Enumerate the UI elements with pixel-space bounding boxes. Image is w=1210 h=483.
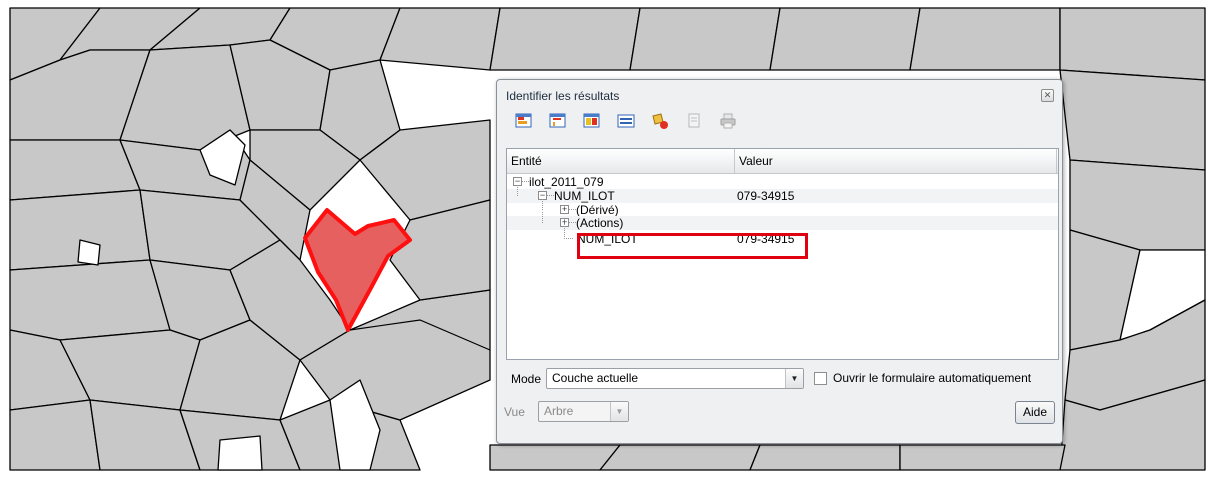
results-tree[interactable]: Entité Valeur − ilot_2011_079 − NUM_ILOT… bbox=[506, 148, 1059, 360]
dialog-title-bar[interactable]: Identifier les résultats ✕ bbox=[497, 80, 1062, 104]
dropdown-arrow-icon[interactable]: ▼ bbox=[785, 369, 803, 388]
dropdown-arrow-icon[interactable]: ▼ bbox=[610, 402, 628, 421]
help-button[interactable]: Aide bbox=[1015, 401, 1055, 424]
parcel[interactable] bbox=[379, 7, 501, 71]
tree-header: Entité Valeur bbox=[507, 149, 1058, 174]
copy-feature-icon[interactable] bbox=[685, 112, 703, 130]
attribute-value: 079-34915 bbox=[737, 232, 795, 246]
tree-row-feature[interactable]: − NUM_ILOT 079-34915 bbox=[507, 185, 1058, 203]
parcel[interactable] bbox=[599, 444, 761, 471]
expand-tree-icon[interactable] bbox=[515, 112, 533, 130]
parcel[interactable] bbox=[489, 7, 641, 71]
empty-area[interactable] bbox=[77, 239, 101, 266]
mode-selected-value: Couche actuelle bbox=[552, 371, 639, 385]
mode-select[interactable]: Couche actuelle ▼ bbox=[546, 368, 804, 389]
tree-row-attribute[interactable]: NUM_ILOT 079-34915 bbox=[507, 224, 1058, 246]
auto-open-form-checkbox[interactable] bbox=[814, 372, 827, 385]
view-select[interactable]: Arbre ▼ bbox=[538, 401, 629, 422]
parcel[interactable] bbox=[489, 444, 621, 471]
derived-label: (Dérivé) bbox=[576, 203, 619, 217]
parcel[interactable] bbox=[629, 7, 781, 71]
mode-label: Mode bbox=[511, 372, 542, 386]
clear-results-icon[interactable] bbox=[651, 112, 669, 130]
parcel[interactable] bbox=[1059, 69, 1206, 171]
empty-area[interactable] bbox=[217, 435, 263, 471]
print-icon[interactable] bbox=[719, 112, 737, 130]
actions-label: (Actions) bbox=[576, 216, 624, 230]
close-icon[interactable]: ✕ bbox=[1041, 89, 1054, 102]
view-selected-value: Arbre bbox=[544, 404, 574, 418]
parcel[interactable] bbox=[1059, 7, 1206, 81]
expand-new-results-icon[interactable] bbox=[583, 112, 601, 130]
parcel[interactable] bbox=[749, 444, 901, 471]
identify-results-dialog[interactable]: Identifier les résultats ✕ Entité Valeur… bbox=[496, 79, 1063, 444]
expand-icon[interactable]: + bbox=[560, 205, 569, 214]
parcel[interactable] bbox=[9, 399, 101, 471]
open-attribute-table-icon[interactable] bbox=[617, 112, 635, 130]
feature-value: 079-34915 bbox=[737, 189, 795, 203]
feature-label: NUM_ILOT bbox=[554, 189, 615, 203]
layer-name: ilot_2011_079 bbox=[529, 175, 604, 189]
tree-row-layer[interactable]: − ilot_2011_079 bbox=[507, 175, 1058, 189]
view-label: Vue bbox=[504, 405, 525, 419]
column-header-entity[interactable]: Entité bbox=[507, 149, 735, 173]
collapse-tree-icon[interactable] bbox=[549, 112, 567, 130]
attribute-label: NUM_ILOT bbox=[577, 232, 638, 246]
column-header-value[interactable]: Valeur bbox=[735, 149, 1057, 173]
auto-open-form-label[interactable]: Ouvrir le formulaire automatiquement bbox=[833, 371, 1031, 385]
parcel[interactable] bbox=[909, 7, 1061, 71]
tree-row-actions[interactable]: + (Actions) bbox=[507, 212, 1058, 230]
parcel[interactable] bbox=[9, 259, 171, 341]
tree-row-derived[interactable]: + (Dérivé) bbox=[507, 199, 1058, 217]
dialog-title: Identifier les résultats bbox=[506, 89, 620, 103]
parcel[interactable] bbox=[899, 444, 1066, 471]
parcel[interactable] bbox=[769, 7, 921, 71]
